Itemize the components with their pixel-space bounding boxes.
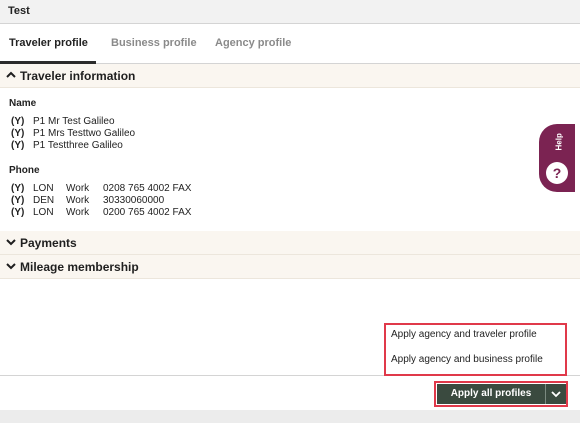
question-icon: ? [546, 162, 568, 184]
menu-item-apply-agency-business[interactable]: Apply agency and business profile [391, 354, 543, 365]
phone-row: (Y) DEN Work 30330060000 [11, 195, 164, 206]
section-header-traveler-information[interactable]: Traveler information [0, 64, 580, 88]
section-header-mileage-membership[interactable]: Mileage membership [0, 255, 580, 279]
phone-type: Work [66, 183, 90, 194]
section-title: Mileage membership [20, 260, 139, 274]
profile-tabs: Traveler profile Business profile Agency… [0, 24, 580, 64]
chevron-down-icon [551, 391, 561, 398]
chevron-down-icon [6, 263, 16, 270]
apply-options-toggle[interactable] [546, 384, 566, 404]
phone-row: (Y) LON Work 0208 765 4002 FAX [11, 183, 191, 194]
section-title: Payments [20, 236, 77, 250]
flag: (Y) [11, 116, 25, 127]
tab-business-profile[interactable]: Business profile [111, 37, 197, 49]
window-titlebar: Test [0, 0, 580, 24]
name-value: P1 Mrs Testtwo Galileo [33, 128, 136, 139]
phone-number: 0208 765 4002 FAX [103, 183, 192, 194]
help-widget[interactable]: Help ? [539, 124, 575, 192]
phone-city: DEN [33, 195, 55, 206]
apply-all-profiles-button[interactable]: Apply all profiles [437, 384, 545, 404]
tab-traveler-profile[interactable]: Traveler profile [9, 37, 88, 49]
phone-number: 30330060000 [103, 195, 165, 206]
name-row: (Y) P1 Mrs Testtwo Galileo [11, 128, 135, 139]
phone-label: Phone [9, 165, 40, 176]
apply-options-menu: Apply agency and traveler profile Apply … [384, 323, 567, 376]
phone-row: (Y) LON Work 0200 765 4002 FAX [11, 207, 191, 218]
flag: (Y) [11, 195, 25, 206]
flag: (Y) [11, 183, 25, 194]
section-title: Traveler information [20, 69, 136, 83]
name-value: P1 Mr Test Galileo [33, 116, 115, 127]
name-row: (Y) P1 Mr Test Galileo [11, 116, 115, 127]
name-value: P1 Testthree Galileo [33, 140, 123, 151]
phone-number: 0200 765 4002 FAX [103, 207, 192, 218]
name-label: Name [9, 98, 37, 109]
flag: (Y) [11, 140, 25, 151]
section-header-payments[interactable]: Payments [0, 231, 580, 255]
bottom-strip [0, 410, 580, 423]
flag: (Y) [11, 207, 25, 218]
help-label: Help [554, 133, 564, 151]
chevron-up-icon [6, 71, 16, 78]
phone-type: Work [66, 207, 90, 218]
phone-type: Work [66, 195, 90, 206]
name-row: (Y) P1 Testthree Galileo [11, 140, 123, 151]
window-title: Test [8, 5, 30, 17]
phone-city: LON [33, 183, 54, 194]
svg-text:?: ? [553, 165, 562, 181]
apply-split-button: Apply all profiles [434, 381, 568, 407]
tab-agency-profile[interactable]: Agency profile [215, 37, 291, 49]
traveler-information-content: Name (Y) P1 Mr Test Galileo (Y) P1 Mrs Tes… [0, 88, 580, 231]
menu-item-apply-agency-traveler[interactable]: Apply agency and traveler profile [391, 329, 537, 340]
chevron-down-icon [6, 239, 16, 246]
flag: (Y) [11, 128, 25, 139]
phone-city: LON [33, 207, 54, 218]
